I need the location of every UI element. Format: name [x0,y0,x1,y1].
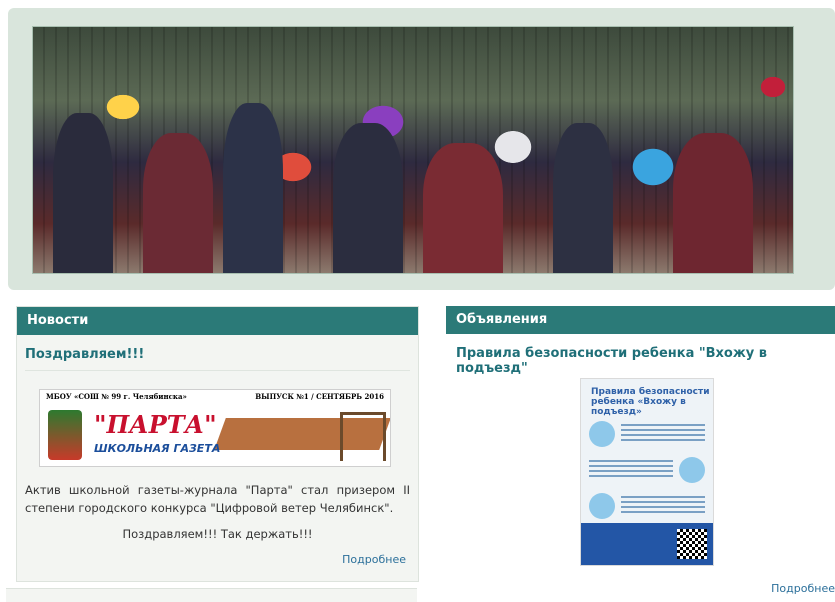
news-header: Новости [17,307,418,335]
announcements-panel: Объявления Правила безопасности ребенка … [446,306,835,601]
school-photo-banner [32,26,794,274]
newspaper-banner-image[interactable]: МБОУ «СОШ № 99 г. Челябинска» ВЫПУСК №1 … [39,389,391,467]
news-panel: Новости Поздравляем!!! МБОУ «СОШ № 99 г.… [16,306,419,582]
news-body-text: Актив школьной газеты-журнала "Парта" ст… [25,483,410,515]
news-more-link[interactable]: Подробнее [342,553,406,566]
chair-illustration [340,412,386,461]
banner-area [8,8,835,290]
qr-code-icon [677,529,707,559]
poster-footer [581,523,713,565]
newspaper-name: "ПАРТА" [94,410,217,439]
announcements-more-link[interactable]: Подробнее [771,582,835,595]
newspaper-subtitle: ШКОЛЬНАЯ ГАЗЕТА [94,442,221,455]
poster-title: Правила безопасности ребенка «Вхожу в по… [591,387,710,417]
next-news-item-edge [6,588,417,602]
safety-poster-image[interactable]: Правила безопасности ребенка «Вхожу в по… [580,378,714,566]
newspaper-school: МБОУ «СОШ № 99 г. Челябинска» [46,392,187,401]
news-item-title[interactable]: Поздравляем!!! [25,347,410,371]
announcement-item-title[interactable]: Правила безопасности ребенка "Вхожу в по… [456,346,835,376]
newspaper-issue: ВЫПУСК №1 / СЕНТЯБРЬ 2016 [255,392,384,401]
announcements-header: Объявления [446,306,835,334]
news-congrats-text: Поздравляем!!! Так держать!!! [122,527,313,541]
school-emblem-icon [48,410,82,460]
